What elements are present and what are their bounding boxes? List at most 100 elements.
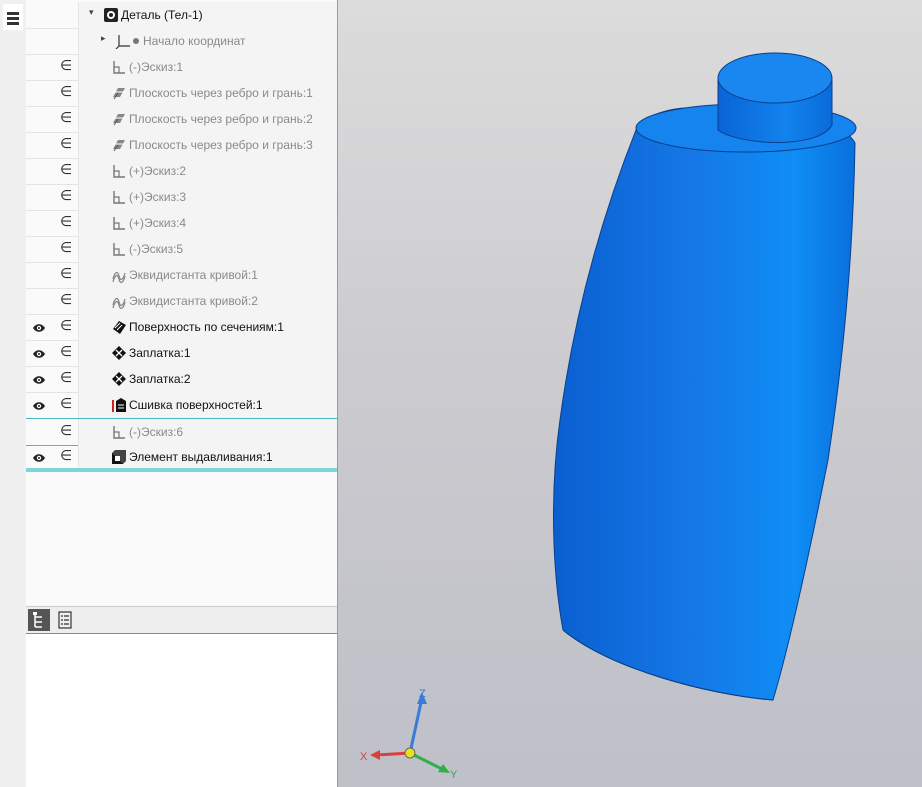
visibility-cell[interactable] [26, 419, 52, 445]
properties-tab[interactable] [54, 609, 76, 631]
tree-item-name-cell[interactable]: Сшивка поверхностей:1 [78, 392, 337, 418]
inclusion-cell[interactable]: ∈ [52, 158, 78, 184]
tree-item-name-cell[interactable]: (+)Эскиз:2 [78, 158, 337, 184]
visibility-cell[interactable] [26, 392, 52, 418]
tree-item-name-cell[interactable]: (+)Эскиз:4 [78, 210, 337, 236]
visibility-cell[interactable] [26, 28, 52, 54]
inclusion-cell[interactable]: ∈ [52, 419, 78, 445]
inclusion-cell[interactable]: ∈ [52, 340, 78, 366]
inclusion-cell[interactable]: ∈ [52, 106, 78, 132]
element-of-icon[interactable]: ∈ [60, 136, 72, 152]
visibility-cell[interactable] [26, 158, 52, 184]
element-of-icon[interactable]: ∈ [60, 396, 72, 412]
tree-item-row[interactable]: ∈ Элемент выдавливания:1 [26, 444, 337, 471]
visibility-cell[interactable] [26, 340, 52, 366]
tree-item-row[interactable]: ∈ (+)Эскиз:3 [26, 184, 337, 211]
element-of-icon[interactable]: ∈ [60, 318, 72, 334]
tree-item-row[interactable]: ∈ Заплатка:2 [26, 366, 337, 393]
tree-item-row[interactable]: ∈ Плоскость через ребро и грань:2 [26, 106, 337, 133]
visibility-cell[interactable] [26, 366, 52, 392]
element-of-icon[interactable]: ∈ [60, 110, 72, 126]
tree-item-name-cell[interactable]: Плоскость через ребро и грань:1 [78, 80, 337, 106]
element-of-icon[interactable]: ∈ [60, 214, 72, 230]
inclusion-cell[interactable]: ∈ [52, 392, 78, 418]
tree-item-name-cell[interactable]: ▾ Деталь (Тел-1) [78, 2, 337, 28]
eye-icon[interactable] [32, 322, 46, 332]
tree-item-name-cell[interactable]: Эквидистанта кривой:1 [78, 262, 337, 288]
tree-end-marker[interactable] [26, 468, 337, 472]
element-of-icon[interactable]: ∈ [60, 58, 72, 74]
visibility-cell[interactable] [26, 80, 52, 106]
tree-item-row[interactable]: ∈ Сшивка поверхностей:1 [26, 392, 337, 419]
tree-item-name-cell[interactable]: Эквидистанта кривой:2 [78, 288, 337, 314]
tree-item-name-cell[interactable]: ▸ Начало координат [78, 28, 337, 54]
tree-item-name-cell[interactable]: Заплатка:1 [78, 340, 337, 366]
tree-item-row[interactable]: ∈ (-)Эскиз:6 [26, 418, 337, 446]
eye-icon[interactable] [32, 374, 46, 384]
tree-item-row[interactable]: ∈ (-)Эскиз:5 [26, 236, 337, 263]
tree-item-name-cell[interactable]: Плоскость через ребро и грань:2 [78, 106, 337, 132]
visibility-cell[interactable] [26, 210, 52, 236]
visibility-cell[interactable] [26, 54, 52, 80]
tree-item-row[interactable]: ∈ Заплатка:1 [26, 340, 337, 367]
eye-icon[interactable] [32, 348, 46, 358]
visibility-cell[interactable] [26, 184, 52, 210]
inclusion-cell[interactable] [52, 2, 78, 28]
inclusion-cell[interactable]: ∈ [52, 80, 78, 106]
tree-item-row[interactable]: ∈ Поверхность по сечениям:1 [26, 314, 337, 341]
inclusion-cell[interactable] [52, 28, 78, 54]
collapse-arrow-icon[interactable]: ▸ [101, 34, 106, 44]
tree-root-row[interactable]: ▾ Деталь (Тел-1) [26, 2, 337, 29]
visibility-cell[interactable] [26, 288, 52, 314]
tree-item-row[interactable]: ∈ Плоскость через ребро и грань:1 [26, 80, 337, 107]
inclusion-cell[interactable]: ∈ [52, 54, 78, 80]
eye-icon[interactable] [32, 452, 46, 462]
tree-origin-row[interactable]: ▸ Начало координат [26, 28, 337, 55]
tree-item-name-cell[interactable]: Поверхность по сечениям:1 [78, 314, 337, 340]
element-of-icon[interactable]: ∈ [60, 344, 72, 360]
tree-item-name-cell[interactable]: (-)Эскиз:1 [78, 54, 337, 80]
visibility-cell[interactable] [26, 236, 52, 262]
element-of-icon[interactable]: ∈ [60, 292, 72, 308]
bottle-model[interactable] [553, 52, 857, 701]
element-of-icon[interactable]: ∈ [60, 162, 72, 178]
tree-item-name-cell[interactable]: (-)Эскиз:5 [78, 236, 337, 262]
inclusion-cell[interactable]: ∈ [52, 132, 78, 158]
inclusion-cell[interactable]: ∈ [52, 184, 78, 210]
inclusion-cell[interactable]: ∈ [52, 262, 78, 288]
element-of-icon[interactable]: ∈ [60, 448, 72, 464]
menu-icon[interactable] [3, 4, 23, 30]
element-of-icon[interactable]: ∈ [60, 240, 72, 256]
inclusion-cell[interactable]: ∈ [52, 366, 78, 392]
inclusion-cell[interactable]: ∈ [52, 236, 78, 262]
visibility-cell[interactable] [26, 444, 52, 470]
element-of-icon[interactable]: ∈ [60, 188, 72, 204]
tree-item-row[interactable]: ∈ Эквидистанта кривой:1 [26, 262, 337, 289]
3d-viewport[interactable]: Z X Y [338, 0, 922, 787]
visibility-cell[interactable] [26, 314, 52, 340]
tree-item-name-cell[interactable]: (+)Эскиз:3 [78, 184, 337, 210]
element-of-icon[interactable]: ∈ [60, 423, 72, 439]
element-of-icon[interactable]: ∈ [60, 370, 72, 386]
tree-item-row[interactable]: ∈ (+)Эскиз:4 [26, 210, 337, 237]
tree-tab[interactable] [28, 609, 50, 631]
tree-item-row[interactable]: ∈ Плоскость через ребро и грань:3 [26, 132, 337, 159]
inclusion-cell[interactable]: ∈ [52, 210, 78, 236]
visibility-cell[interactable] [26, 132, 52, 158]
tree-item-name-cell[interactable]: Заплатка:2 [78, 366, 337, 392]
element-of-icon[interactable]: ∈ [60, 266, 72, 282]
tree-item-name-cell[interactable]: Элемент выдавливания:1 [78, 444, 337, 470]
element-of-icon[interactable]: ∈ [60, 84, 72, 100]
inclusion-cell[interactable]: ∈ [52, 444, 78, 470]
tree-item-row[interactable]: ∈ (+)Эскиз:2 [26, 158, 337, 185]
tree-item-row[interactable]: ∈ (-)Эскиз:1 [26, 54, 337, 81]
tree-item-name-cell[interactable]: Плоскость через ребро и грань:3 [78, 132, 337, 158]
visibility-cell[interactable] [26, 106, 52, 132]
expand-arrow-icon[interactable]: ▾ [89, 8, 94, 18]
visibility-cell[interactable] [26, 262, 52, 288]
visibility-cell[interactable] [26, 2, 52, 28]
inclusion-cell[interactable]: ∈ [52, 314, 78, 340]
eye-icon[interactable] [32, 400, 46, 410]
tree-item-name-cell[interactable]: (-)Эскиз:6 [78, 419, 337, 445]
tree-item-row[interactable]: ∈ Эквидистанта кривой:2 [26, 288, 337, 315]
